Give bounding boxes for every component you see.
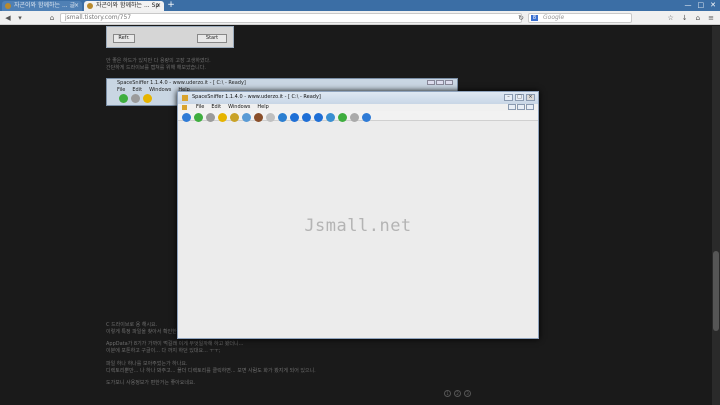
green-icon [119,94,128,103]
toolbar-button-icon[interactable] [302,113,311,122]
paragraph-line: 도가보니 사용정보가 편한거는 좋아요네요. [106,380,196,386]
watermark: Jsmall.net [304,216,412,236]
search-placeholder: Google [543,14,565,21]
toolbar-button-icon[interactable] [278,113,287,122]
new-tab-button[interactable]: + [167,0,175,10]
close-window-icon[interactable]: ✕ [710,0,716,10]
home-icon[interactable]: ⌂ [696,13,700,23]
paragraph: C 드라이브로 용 해시요. 이렇게 특정 파일을 찾아서 확인한다. [106,322,183,336]
back-arrow-icon[interactable]: ◀ [3,13,13,23]
menu-item: Edit [132,87,143,93]
toolbar-button-icon[interactable] [230,113,239,122]
screenshot-button: Start [197,34,227,43]
dropdown-icon[interactable]: ▾ [15,13,25,23]
tab-strip: 자곤이와 함께하는 ... 글 × 자곤이와 함께하는 ... Sp × + —… [0,0,720,11]
toolbar-button-icon[interactable] [338,113,347,122]
menu-help[interactable]: Help [257,104,268,111]
favicon-icon [87,3,93,9]
mdi-close[interactable] [526,104,534,110]
tab-label: 자곤이와 함께하는 ... 글 [14,2,76,9]
scrollbar[interactable] [712,26,720,405]
paragraph-line: AppData가 8기가 가까이 먹길래 이게 무엇일까해 하고 봤더니... [106,341,244,347]
toolbar-button-icon[interactable] [218,113,227,122]
paragraph-line: C 드라이브로 용 해시요. [106,322,158,328]
window-toolbar [178,111,538,122]
home-icon[interactable]: ⌂ [47,13,57,23]
paragraph: 안 좋은 하드가 있지만 다 용량의 고장 고생하였다. 간단하게 드라이브를 … [106,58,211,72]
page-dot[interactable]: 1 [444,390,451,397]
scroll-thumb[interactable] [713,251,719,331]
toolbar-button-icon[interactable] [266,113,275,122]
toolbar-button-icon[interactable] [350,113,359,122]
toolbar-button-icon[interactable] [194,113,203,122]
screenshot-title: SpaceSniffer 1.1.4.0 - www.uderzo.it - [… [117,80,246,86]
app-icon [182,95,188,101]
window-menubar: File Edit Windows Help [178,104,538,111]
window-titlebar[interactable]: SpaceSniffer 1.1.4.0 - www.uderzo.it - [… [178,92,538,104]
paragraph-line: 이분에 포톤하고 구글이... 다 까지 하던 있대요... ㅜㅜ; [106,348,221,354]
menu-item: Windows [149,87,172,93]
yellow-icon [143,94,152,103]
paragraph: AppData가 8기가 가까이 먹길래 이게 무엇일까해 하고 봤더니... … [106,341,243,355]
close-tab-icon[interactable]: × [74,1,79,11]
menu-file[interactable]: File [196,104,204,111]
menu-windows[interactable]: Windows [228,104,250,111]
toolbar-button-icon[interactable] [254,113,263,122]
navigation-bar: ◀ ▾ ⌂ jsmall.tistory.com/757 ↻ 8 Google … [0,11,720,25]
mdi-restore[interactable] [517,104,525,110]
mdi-minimize[interactable] [508,104,516,110]
paragraph: 도가보니 사용정보가 편한거는 좋아요네요. [106,380,195,387]
tab-label: 자곤이와 함께하는 ... Sp [96,2,160,9]
toolbar-button-icon[interactable] [242,113,251,122]
toolbar-button-icon[interactable] [206,113,215,122]
pagination: 1 2 3 [444,390,471,397]
search-input[interactable]: 8 Google [528,13,632,23]
window-controls: — □ ✕ [685,0,717,10]
paragraph-line: 파일 하나 하나를 보아주었는가 하나요. [106,361,188,367]
paragraph: 파일 하나 하나를 보아주었는가 하나요. 디렉토리뿐만... 나 하나 봐주고… [106,361,316,375]
favicon-icon [5,3,11,9]
toolbar-button-icon[interactable] [362,113,371,122]
menu-edit[interactable]: Edit [211,104,221,111]
window-controls: – □ × [504,94,535,101]
reload-icon[interactable]: ↻ [516,13,526,23]
screenshot-window-buttons [427,80,453,85]
search-engine-icon[interactable]: 8 [531,15,538,21]
page-dot[interactable]: 2 [454,390,461,397]
paragraph-line: 디렉토리뿐만... 나 하나 봐주고... 폴더 디렉토리를 클릭하면... 보… [106,368,316,374]
minimize-button[interactable]: – [504,94,513,101]
toolbar-button-icon[interactable] [326,113,335,122]
page-dot[interactable]: 3 [464,390,471,397]
menu-item: File [117,87,126,93]
close-tab-icon[interactable]: × [156,1,161,11]
screenshot-top: Refr. Start [106,26,234,48]
paragraph-line: 이렇게 특정 파일을 찾아서 확인한다. [106,329,183,335]
address-bar[interactable]: jsmall.tistory.com/757 [60,13,522,23]
menu-icon[interactable]: ≡ [708,13,714,23]
browser-tab[interactable]: 자곤이와 함께하는 ... 글 × [2,1,82,11]
maximize-icon[interactable]: □ [698,0,705,10]
screenshot-icons [119,94,152,103]
download-icon[interactable]: ↓ [682,13,688,23]
paragraph-line: 안 좋은 하드가 있지만 다 용량의 고장 고생하였다. [106,58,211,64]
gray-icon [131,94,140,103]
toolbar-icons: ☆ ↓ ⌂ ≡ [668,13,714,23]
app-icon [182,105,187,110]
close-button[interactable]: × [526,94,535,101]
minimize-icon[interactable]: — [685,0,692,10]
screenshot-button: Refr. [113,34,135,43]
toolbar-button-icon[interactable] [290,113,299,122]
maximize-button[interactable]: □ [515,94,524,101]
star-icon[interactable]: ☆ [668,13,674,23]
spacesniffer-window[interactable]: SpaceSniffer 1.1.4.0 - www.uderzo.it - [… [177,91,539,339]
browser-tab-active[interactable]: 자곤이와 함께하는 ... Sp × [84,1,164,11]
mdi-controls [508,104,534,110]
paragraph-line: 간단하게 드라이브를 캡쳐를 위해 해보았습니다. [106,65,206,71]
toolbar-button-icon[interactable] [182,113,191,122]
toolbar-button-icon[interactable] [314,113,323,122]
url-text: jsmall.tistory.com/757 [65,14,132,21]
window-title: SpaceSniffer 1.1.4.0 - www.uderzo.it - [… [192,94,321,100]
